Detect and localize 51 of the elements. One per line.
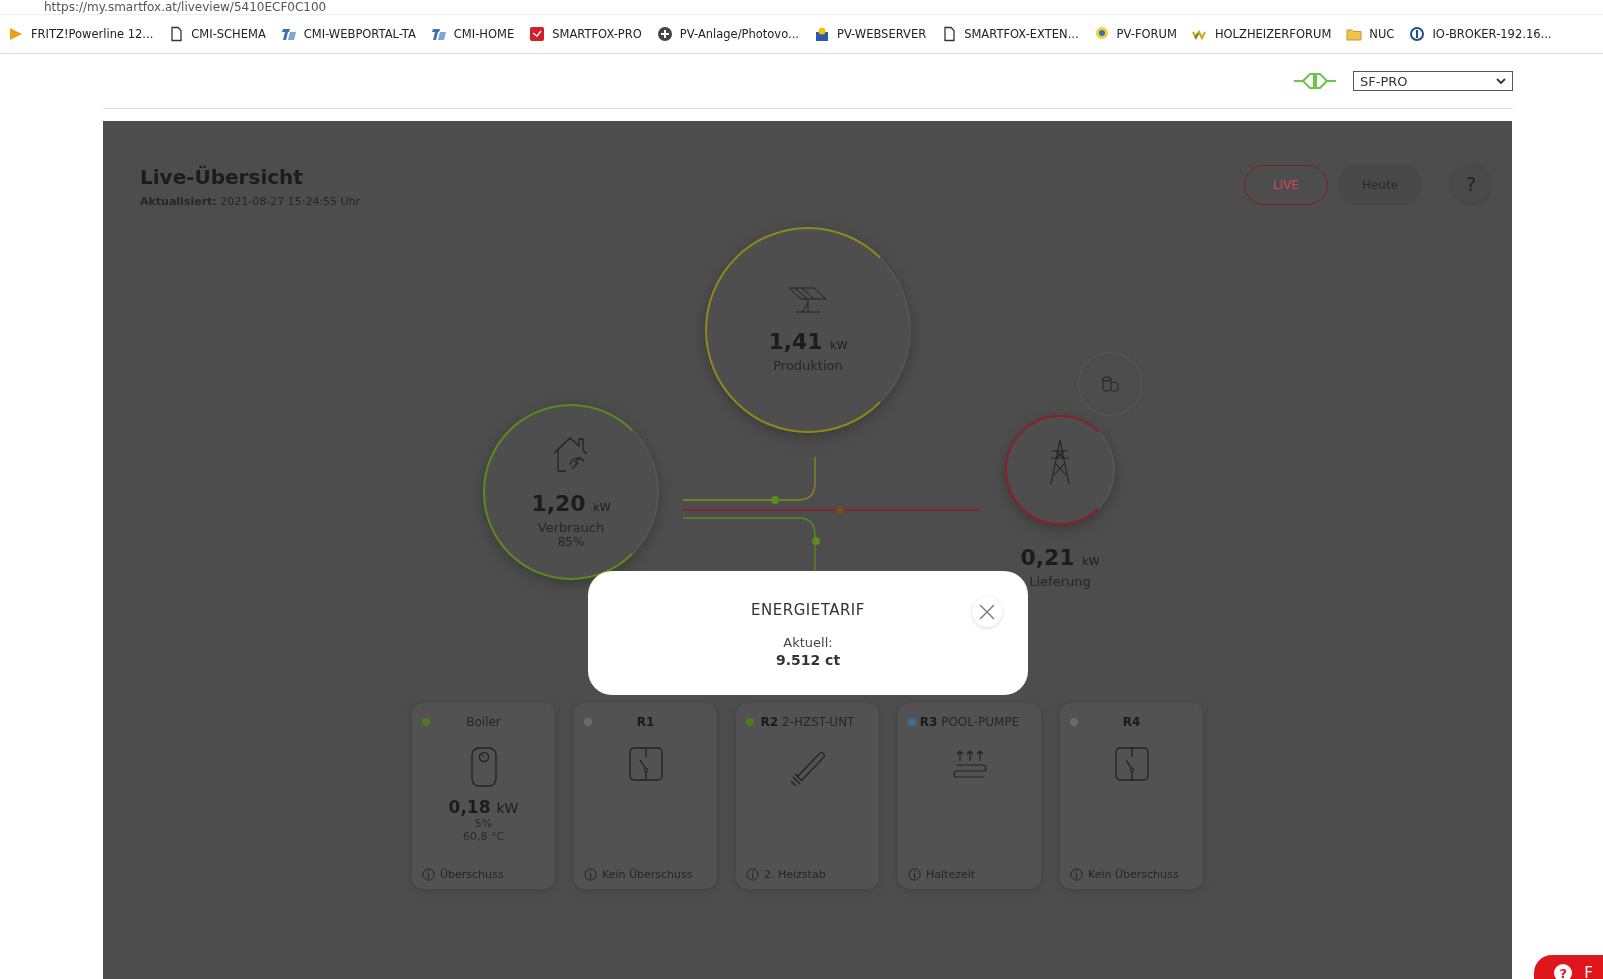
bookmark[interactable]: PV-Anlage/Photovo... bbox=[656, 26, 799, 42]
bookmark-icon bbox=[168, 26, 185, 42]
close-button[interactable] bbox=[972, 597, 1002, 627]
info-icon bbox=[908, 868, 921, 881]
boiler-icon bbox=[470, 747, 497, 787]
close-icon bbox=[979, 604, 995, 620]
coins-icon bbox=[1101, 376, 1119, 392]
flow-dot bbox=[771, 496, 779, 504]
current-label: Aktuell: bbox=[783, 635, 833, 650]
bookmark[interactable]: CMI-HOME bbox=[430, 26, 515, 42]
info-icon bbox=[1070, 868, 1083, 881]
bookmark-icon bbox=[1346, 26, 1363, 42]
flow-dot bbox=[836, 506, 844, 514]
bookmark[interactable]: NUC bbox=[1346, 26, 1395, 42]
power-pylon-icon bbox=[1048, 439, 1072, 485]
chevron-down-icon bbox=[1496, 77, 1506, 85]
bookmark-icon bbox=[813, 26, 830, 42]
dialog-title: ENERGIETARIF bbox=[751, 601, 865, 619]
question-icon: ? bbox=[1554, 964, 1573, 979]
flow-dot bbox=[812, 537, 820, 545]
relay-name: R1 bbox=[635, 715, 656, 729]
bookmark[interactable]: HOLZHEIZERFORUM bbox=[1191, 26, 1332, 42]
bookmark-icon bbox=[1093, 26, 1110, 42]
device-select[interactable]: SF-PRO bbox=[1353, 71, 1513, 91]
info-icon bbox=[584, 868, 597, 881]
switch-icon bbox=[1114, 747, 1149, 781]
bookmark[interactable]: PV-FORUM bbox=[1093, 26, 1177, 42]
bookmark-icon bbox=[1409, 26, 1426, 42]
switch-icon bbox=[628, 747, 663, 781]
house-icon bbox=[552, 435, 590, 475]
bookmark-icon bbox=[280, 26, 297, 42]
address-bar-url[interactable]: https://my.smartfox.at/liveview/5410ECF0C100 bbox=[44, 0, 327, 14]
info-icon bbox=[746, 868, 759, 881]
info-icon bbox=[422, 868, 435, 881]
plug-icon bbox=[1293, 70, 1337, 92]
help-chat-button[interactable]: ? F bbox=[1534, 955, 1603, 979]
bookmark-icon bbox=[656, 26, 673, 42]
bookmark[interactable]: SMARTFOX-PRO bbox=[529, 26, 642, 42]
solar-panel-icon bbox=[788, 287, 828, 313]
bookmark-icon bbox=[941, 26, 958, 42]
bookmark[interactable]: SMARTFOX-EXTEN... bbox=[941, 26, 1079, 42]
bookmark[interactable]: CMI-WEBPORTAL-TA bbox=[280, 26, 416, 42]
bookmark[interactable]: PV-WEBSERVER bbox=[813, 26, 927, 42]
tariff-value: 9.512 ct bbox=[775, 652, 841, 668]
relay-name: R4 bbox=[1121, 715, 1142, 729]
bookmark-icon bbox=[529, 26, 546, 42]
bookmark[interactable]: IO-BROKER-192.16... bbox=[1409, 26, 1552, 42]
bookmark-icon bbox=[8, 26, 24, 42]
bookmark[interactable]: FRITZ!Powerline 12... bbox=[8, 26, 154, 42]
bookmark[interactable]: CMI-SCHEMA bbox=[168, 26, 266, 42]
bookmark-icon bbox=[430, 26, 447, 42]
